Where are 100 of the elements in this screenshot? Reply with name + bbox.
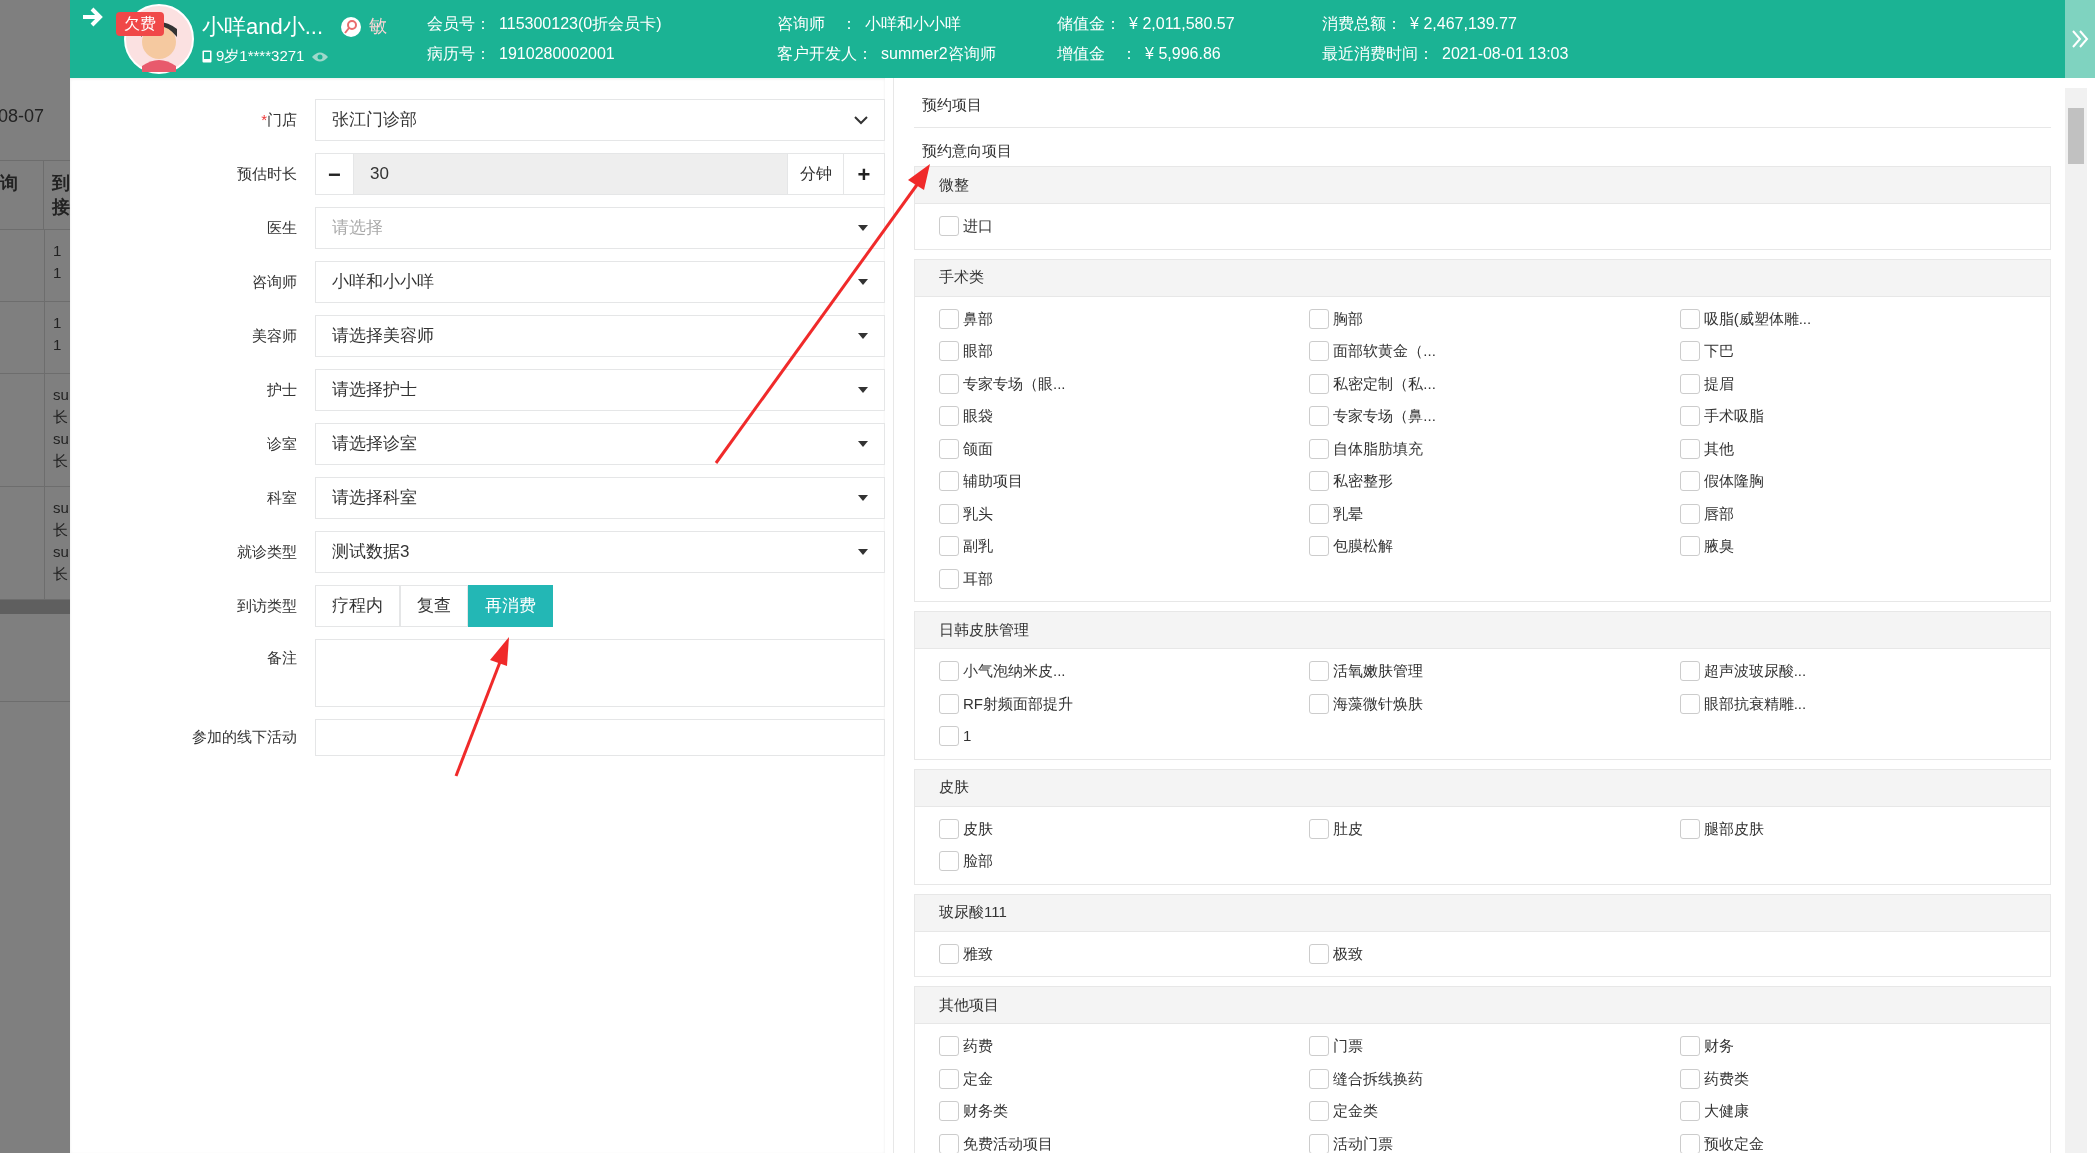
project-checkbox[interactable]: 胸部 (1309, 302, 1364, 335)
category-header: 皮肤 (915, 769, 2050, 807)
project-checkbox[interactable]: 定金 (939, 1062, 993, 1095)
project-checkbox[interactable]: 进口 (939, 210, 993, 243)
select-field[interactable]: 请选择诊室 (315, 423, 885, 465)
project-checkbox[interactable]: 提眉 (1679, 367, 1734, 400)
select-field[interactable]: 小咩和小小咩 (315, 261, 885, 303)
project-checkbox[interactable]: 脸部 (939, 845, 993, 878)
double-chevron-icon (2071, 29, 2089, 49)
project-checkbox[interactable]: 乳晕 (1309, 497, 1364, 530)
scrollbar-thumb[interactable] (2068, 108, 2084, 164)
caret-down-icon (858, 387, 868, 393)
project-checkbox[interactable]: 腿部皮肤 (1679, 812, 1764, 845)
project-checkbox[interactable]: 活氧嫩肤管理 (1309, 655, 1424, 688)
table-cell-text: 1 (53, 263, 63, 283)
visit-type-option[interactable]: 疗程内 (315, 585, 400, 627)
project-checkbox[interactable]: 自体脂肪填充 (1309, 432, 1424, 465)
project-checkbox[interactable]: 眼部抗衰精雕... (1679, 687, 1807, 720)
phone-number: 9岁1****3271 (216, 46, 305, 67)
visit-type-option[interactable]: 复查 (400, 585, 468, 627)
project-checkbox[interactable]: 肚皮 (1309, 812, 1364, 845)
eye-icon[interactable] (312, 51, 329, 62)
info-value: 115300123(0折会员卡) (499, 14, 662, 34)
chevron-down-icon (854, 115, 868, 125)
project-checkbox[interactable]: 面部软黄金（... (1309, 335, 1436, 368)
project-checkbox[interactable]: 包膜松解 (1309, 530, 1394, 563)
project-checkbox[interactable]: 雅致 (939, 937, 993, 970)
select-field[interactable]: 测试数据3 (315, 531, 885, 573)
section-title: 预约项目 (914, 94, 2051, 128)
scrollbar-track (0, 600, 70, 614)
project-checkbox[interactable]: 唇部 (1679, 497, 1734, 530)
info-value: ¥ 2,467,139.77 (1410, 14, 1517, 34)
select-field[interactable]: 请选择美容师 (315, 315, 885, 357)
table-cell-text: su (53, 429, 70, 449)
project-checkbox[interactable]: 专家专场（鼻... (1309, 400, 1436, 433)
expand-button[interactable] (2065, 0, 2095, 78)
caret-down-icon (858, 225, 868, 231)
project-checkbox[interactable]: 小气泡纳米皮... (939, 655, 1066, 688)
project-checkbox[interactable]: 财务类 (939, 1095, 1008, 1128)
table-cell-text: su (53, 385, 70, 405)
select-field[interactable]: 请选择护士 (315, 369, 885, 411)
arrow-right-icon[interactable] (82, 7, 104, 27)
project-checkbox[interactable]: 腋臭 (1679, 530, 1734, 563)
category-header: 微整 (915, 167, 2050, 204)
project-checkbox[interactable]: RF射频面部提升 (939, 687, 1073, 720)
project-checkbox[interactable]: 免费活动项目 (939, 1127, 1053, 1153)
project-checkbox[interactable]: 眼袋 (939, 400, 993, 433)
project-checkbox[interactable]: 大健康 (1679, 1095, 1749, 1128)
project-checkbox[interactable]: 私密定制（私... (1309, 367, 1436, 400)
info-label: 咨询师 ： (777, 14, 858, 34)
customer-name: 小咩and小... (202, 13, 324, 42)
project-checkbox[interactable]: 乳头 (939, 497, 993, 530)
select-field[interactable]: 张江门诊部 (315, 99, 885, 141)
caret-down-icon (858, 333, 868, 339)
project-checkbox[interactable]: 副乳 (939, 530, 993, 563)
project-checkbox[interactable]: 其他 (1679, 432, 1734, 465)
project-checkbox[interactable]: 假体隆胸 (1679, 465, 1764, 498)
project-checkbox[interactable]: 缝合拆线换药 (1309, 1062, 1424, 1095)
project-checkbox[interactable]: 活动门票 (1309, 1127, 1394, 1153)
table-cell-text: su (53, 498, 70, 518)
activity-field[interactable] (315, 719, 885, 756)
project-checkbox[interactable]: 1 (939, 720, 972, 753)
info-label: 储值金： (1057, 14, 1122, 34)
field-label: 参加的线下活动 (191, 727, 297, 748)
project-checkbox[interactable]: 耳部 (939, 562, 993, 595)
project-checkbox[interactable]: 下巴 (1679, 335, 1734, 368)
required-mark: * (261, 110, 267, 128)
project-checkbox[interactable]: 财务 (1679, 1030, 1734, 1063)
project-checkbox[interactable]: 辅助项目 (939, 465, 1023, 498)
project-checkbox[interactable]: 药费 (939, 1030, 993, 1063)
info-value: 2021-08-01 13:03 (1442, 44, 1569, 64)
table-cell-text: 1 (53, 313, 63, 333)
field-label: 科室 (266, 487, 297, 508)
caret-down-icon (858, 441, 868, 447)
project-checkbox[interactable]: 超声波玻尿酸... (1679, 655, 1807, 688)
project-checkbox[interactable]: 眼部 (939, 335, 993, 368)
sensitive-tag: 敏 (369, 13, 388, 41)
project-checkbox[interactable]: 手术吸脂 (1679, 400, 1764, 433)
project-checkbox[interactable]: 颌面 (939, 432, 993, 465)
remark-field[interactable] (315, 639, 885, 707)
field-label: 医生 (266, 217, 297, 238)
info-value: 1910280002001 (499, 44, 615, 64)
project-checkbox[interactable]: 鼻部 (939, 302, 993, 335)
select-field[interactable]: 请选择科室 (315, 477, 885, 519)
project-checkbox[interactable]: 私密整形 (1309, 465, 1394, 498)
project-checkbox[interactable]: 药费类 (1679, 1062, 1749, 1095)
project-checkbox[interactable]: 门票 (1309, 1030, 1364, 1063)
project-checkbox[interactable]: 预收定金 (1679, 1127, 1764, 1153)
field-label: 就诊类型 (236, 541, 297, 562)
project-checkbox[interactable]: 极致 (1309, 937, 1364, 970)
table-cell-text: 1 (53, 335, 63, 355)
project-checkbox[interactable]: 吸脂(威塑体雕... (1679, 302, 1812, 335)
project-checkbox[interactable]: 海藻微针焕肤 (1309, 687, 1424, 720)
project-checkbox[interactable]: 定金类 (1309, 1095, 1379, 1128)
field-label: *门店 (260, 109, 297, 130)
field-label: 到访类型 (236, 595, 297, 616)
project-checkbox[interactable]: 专家专场（眼... (939, 367, 1066, 400)
info-label: 病历号： (427, 44, 492, 64)
caret-down-icon (858, 549, 868, 555)
project-checkbox[interactable]: 皮肤 (939, 812, 993, 845)
